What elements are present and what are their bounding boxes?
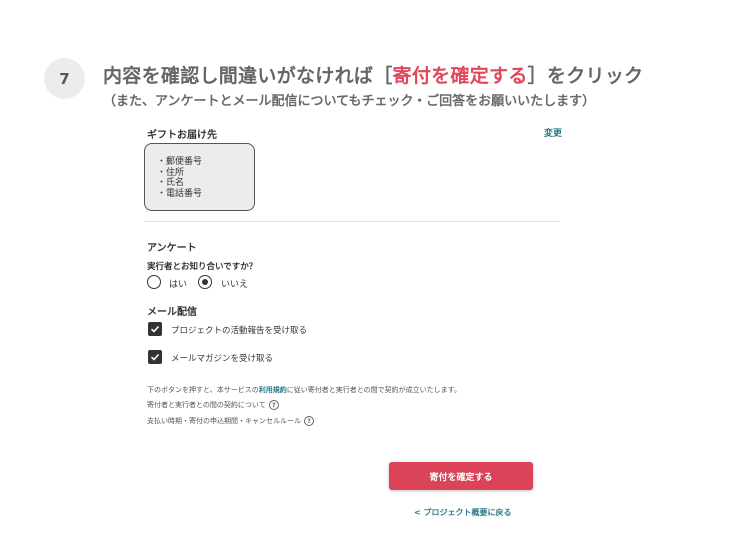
address-field-name: 氏名	[157, 178, 254, 189]
address-field-phone: 電話番号	[157, 189, 254, 200]
back-to-project-link[interactable]: < プロジェクト概要に戻る	[414, 507, 512, 518]
step-title-suffix: をクリック	[546, 65, 644, 87]
address-field-address: 住所	[157, 168, 254, 179]
help-icon[interactable]: ?	[268, 400, 279, 410]
survey-question: 実行者とお知り合いですか？	[147, 262, 258, 272]
checkbox-newsletter-label[interactable]: メールマガジンを受け取る	[171, 352, 273, 364]
step-title-bracket-open: ［	[373, 65, 393, 87]
checkmark-icon	[150, 325, 160, 333]
survey-heading: アンケート	[147, 243, 197, 254]
checkbox-activity-report[interactable]	[148, 322, 162, 336]
step-title-prefix: 内容を確認し間違いがなければ	[103, 65, 374, 87]
step-title-bracket-close: ］	[527, 65, 547, 87]
checkbox-newsletter[interactable]	[148, 350, 162, 364]
radio-yes[interactable]	[147, 275, 161, 289]
mail-heading: メール配信	[147, 307, 197, 318]
confirm-donation-button[interactable]: 寄付を確定する	[389, 462, 533, 490]
step-number-badge: 7	[44, 58, 85, 99]
terms-notice: 下のボタンを押すと、本サービスの利用規約に従い寄付者と実行者との間で契約が成立い…	[147, 385, 461, 395]
checkbox-activity-report-label[interactable]: プロジェクトの活動報告を受け取る	[171, 324, 307, 336]
gift-address-box: 郵便番号 住所 氏名 電話番号	[144, 143, 255, 211]
radio-yes-label[interactable]: はい	[169, 277, 187, 290]
payment-cancel-rules-label: 支払い時期・寄付の申込期間・キャンセルルール	[147, 417, 301, 425]
radio-no-label[interactable]: いいえ	[221, 277, 248, 290]
step-title: 内容を確認し間違いがなければ［寄付を確定する］をクリック	[103, 61, 643, 88]
help-icon[interactable]: ?	[304, 416, 314, 426]
step-number: 7	[59, 69, 70, 88]
section-divider	[144, 221, 560, 222]
terms-of-use-link[interactable]: 利用規約	[259, 386, 287, 394]
address-field-postal-code: 郵便番号	[157, 157, 254, 168]
terms-notice-after: に従い寄付者と実行者との間で契約が成立いたします。	[286, 386, 461, 394]
payment-cancel-rules-link[interactable]: 支払い時期・寄付の申込期間・キャンセルルール?	[147, 416, 314, 426]
contract-info-label: 寄付者と実行者との間の契約について	[147, 401, 266, 409]
contract-info-link[interactable]: 寄付者と実行者との間の契約について?	[147, 400, 279, 410]
address-field-list: 郵便番号 住所 氏名 電話番号	[157, 157, 254, 199]
terms-notice-before: 下のボタンを押すと、本サービスの	[147, 386, 259, 394]
step-title-highlight: 寄付を確定する	[392, 65, 528, 87]
change-address-link[interactable]: 変更	[544, 126, 562, 139]
radio-no[interactable]	[198, 275, 212, 289]
step-subtitle: （また、アンケートとメール配信についてもチェック・ご回答をお願いいたします）	[103, 94, 596, 109]
gift-destination-heading: ギフトお届け先	[147, 130, 217, 141]
checkmark-icon	[150, 353, 160, 361]
